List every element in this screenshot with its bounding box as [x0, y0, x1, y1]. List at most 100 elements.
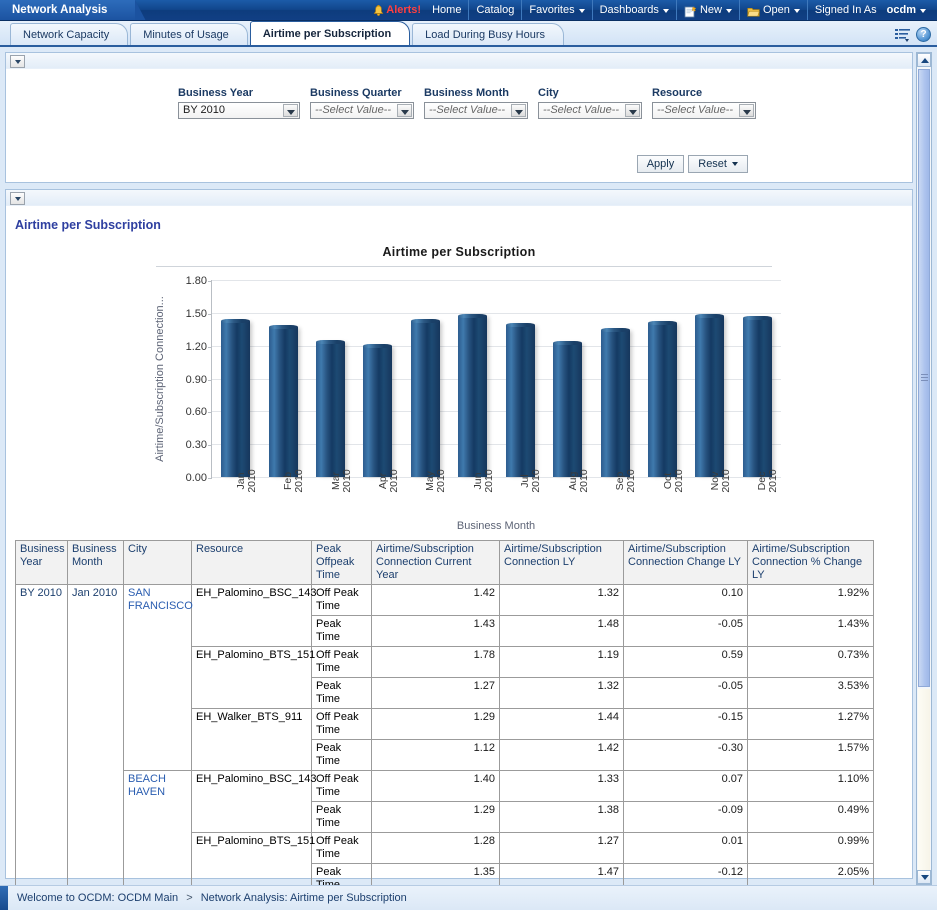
cell-peak-offpeak: Peak Time	[312, 616, 372, 647]
resource-select[interactable]: --Select Value--	[652, 102, 756, 119]
chart-bar-slot: Nov2010	[686, 280, 733, 477]
nav-dashboards[interactable]: Dashboards	[593, 0, 677, 21]
chart-bar-slot: Jun2010	[449, 280, 496, 477]
chevron-down-icon[interactable]	[739, 104, 754, 117]
chart-bar[interactable]	[553, 343, 582, 477]
business-quarter-value: --Select Value--	[311, 103, 411, 118]
scroll-up-button[interactable]	[917, 53, 931, 67]
chart-y-tick: 1.80	[186, 275, 207, 287]
prompt-collapse-toggle[interactable]	[10, 55, 25, 68]
chevron-down-icon[interactable]	[625, 104, 640, 117]
report-collapse-toggle[interactable]	[10, 192, 25, 205]
chart-x-tick: Feb2010	[283, 469, 305, 492]
cell-change-ly: 0.59	[624, 647, 748, 678]
vertical-scrollbar[interactable]	[916, 52, 932, 885]
cell-pct-change-ly: 2.05%	[748, 864, 874, 886]
city-select[interactable]: --Select Value--	[538, 102, 642, 119]
chevron-down-icon[interactable]	[397, 104, 412, 117]
tab-load-during-busy-hours[interactable]: Load During Busy Hours	[412, 23, 564, 45]
cell-cy: 1.29	[372, 709, 500, 740]
col-change-ly[interactable]: Airtime/Subscription Connection Change L…	[624, 541, 748, 585]
breadcrumb-home[interactable]: Welcome to OCDM: OCDM Main	[17, 892, 178, 904]
col-ly[interactable]: Airtime/Subscription Connection LY	[500, 541, 624, 585]
chart-bar[interactable]	[458, 316, 487, 477]
reset-button[interactable]: Reset	[688, 155, 748, 173]
tab-airtime-per-subscription[interactable]: Airtime per Subscription	[250, 21, 410, 45]
prompt-resource: Resource --Select Value--	[652, 87, 756, 119]
cell-change-ly: 0.07	[624, 771, 748, 802]
tab-minutes-of-usage[interactable]: Minutes of Usage	[130, 23, 248, 45]
col-business-year[interactable]: Business Year	[16, 541, 68, 585]
chart-bar-slot: Sep2010	[591, 280, 638, 477]
business-month-select[interactable]: --Select Value--	[424, 102, 528, 119]
cell-cy: 1.12	[372, 740, 500, 771]
chart-y-tick: 0.90	[186, 374, 207, 386]
chart-bar[interactable]	[316, 342, 345, 477]
prompt-city-label: City	[538, 87, 642, 99]
scroll-down-button[interactable]	[917, 870, 931, 884]
chart-bar-slot: Jan2010	[212, 280, 259, 477]
col-cy[interactable]: Airtime/Subscription Connection Current …	[372, 541, 500, 585]
nav-open[interactable]: Open	[740, 0, 808, 21]
report-body: Airtime per Subscription Airtime per Sub…	[6, 206, 912, 885]
scrollbar-thumb[interactable]	[918, 69, 930, 687]
chevron-down-icon[interactable]	[511, 104, 526, 117]
col-pct-change-ly[interactable]: Airtime/Subscription Connection % Change…	[748, 541, 874, 585]
new-page-icon	[684, 5, 697, 17]
chart-bar[interactable]	[269, 327, 298, 477]
business-year-value: BY 2010	[179, 103, 245, 118]
cell-resource: EH_Walker_BTS_911	[192, 709, 312, 771]
col-resource[interactable]: Resource	[192, 541, 312, 585]
bell-icon	[373, 5, 384, 17]
cell-cy: 1.35	[372, 864, 500, 886]
cell-peak-offpeak: Off Peak Time	[312, 771, 372, 802]
cell-ly: 1.44	[500, 709, 624, 740]
airtime-bar-chart: Airtime per Subscription Airtime/Subscri…	[6, 240, 912, 540]
chart-bar[interactable]	[648, 323, 677, 477]
nav-favorites[interactable]: Favorites	[522, 0, 592, 21]
user-menu[interactable]: ocdm	[884, 0, 933, 21]
cell-pct-change-ly: 0.49%	[748, 802, 874, 833]
page-options-icon[interactable]	[895, 27, 911, 42]
col-city[interactable]: City	[124, 541, 192, 585]
chart-x-tick: Nov2010	[710, 469, 732, 492]
cell-change-ly: 0.01	[624, 833, 748, 864]
chevron-down-icon[interactable]	[283, 104, 298, 117]
cell-pct-change-ly: 1.57%	[748, 740, 874, 771]
chart-bar[interactable]	[601, 330, 630, 477]
prompt-business-year-label: Business Year	[178, 87, 300, 99]
chart-bar-slot: Apr2010	[354, 280, 401, 477]
prompt-city: City --Select Value--	[538, 87, 642, 119]
cell-city[interactable]: BEACH HAVEN	[124, 771, 192, 886]
business-year-select[interactable]: BY 2010	[178, 102, 300, 119]
chart-bar[interactable]	[221, 321, 250, 478]
cell-cy: 1.28	[372, 833, 500, 864]
col-business-month[interactable]: Business Month	[68, 541, 124, 585]
chart-x-axis-label: Business Month	[211, 520, 781, 532]
alerts-link[interactable]: Alerts!	[366, 0, 425, 21]
nav-home[interactable]: Home	[425, 0, 469, 21]
nav-new-label: New	[700, 0, 722, 21]
nav-favorites-label: Favorites	[529, 0, 574, 21]
chart-bar[interactable]	[695, 316, 724, 477]
chart-bar[interactable]	[411, 321, 440, 478]
nav-catalog[interactable]: Catalog	[469, 0, 522, 21]
prompt-business-quarter-label: Business Quarter	[310, 87, 414, 99]
business-quarter-select[interactable]: --Select Value--	[310, 102, 414, 119]
chart-bar-slot: Oct2010	[639, 280, 686, 477]
chart-x-tick: Sep2010	[615, 469, 637, 492]
nav-new[interactable]: New	[677, 0, 740, 21]
cell-city[interactable]: SAN FRANCISCO	[124, 585, 192, 771]
chart-bar[interactable]	[363, 346, 392, 477]
chart-bar[interactable]	[506, 325, 535, 477]
chart-y-tick: 0.30	[186, 439, 207, 451]
col-peak-offpeak[interactable]: Peak Offpeak Time	[312, 541, 372, 585]
airtime-pivot-table: Business Year Business Month City Resour…	[15, 540, 874, 885]
chart-bar-slot: Mar2010	[307, 280, 354, 477]
chart-bar[interactable]	[743, 318, 772, 477]
cell-cy: 1.40	[372, 771, 500, 802]
apply-button[interactable]: Apply	[637, 155, 685, 173]
scrollbar-track-lower[interactable]	[918, 689, 930, 870]
help-icon[interactable]: ?	[916, 27, 931, 42]
tab-network-capacity[interactable]: Network Capacity	[10, 23, 128, 45]
